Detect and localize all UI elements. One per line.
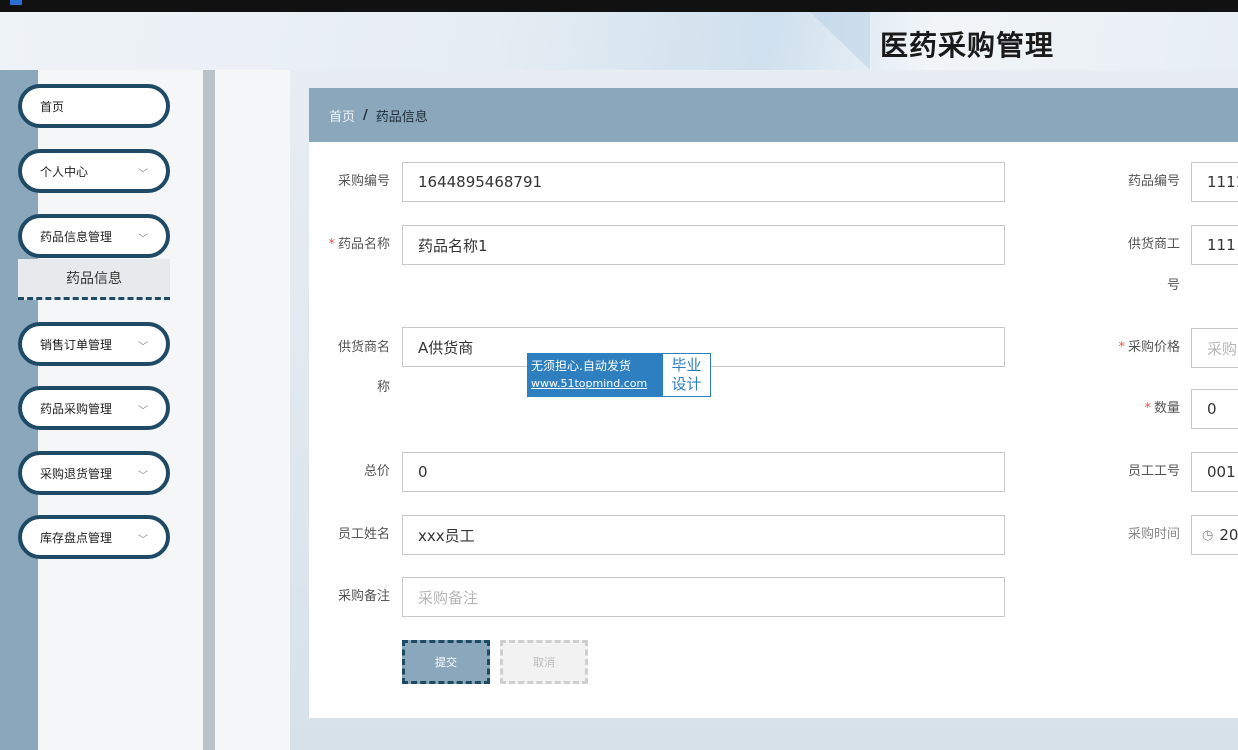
purchase-no-label: 采购编号 bbox=[337, 174, 390, 189]
app-icon bbox=[10, 0, 22, 5]
breadcrumb-current: 药品信息 bbox=[375, 109, 428, 125]
quantity-field[interactable]: 0 bbox=[1191, 389, 1238, 429]
drug-no-label: 药品编号 bbox=[1127, 174, 1180, 189]
clock-icon: ◷ bbox=[1202, 527, 1214, 543]
sidebar-item-label: 药品信息管理 bbox=[40, 229, 113, 244]
drug-name-field[interactable]: 药品名称1 bbox=[402, 225, 1005, 265]
staff-no-label: 员工工号 bbox=[1127, 464, 1180, 479]
watermark-tag-line1: 毕业 bbox=[671, 356, 702, 374]
sidebar-item-drug-purchase-management[interactable]: 药品采购管理 ﹀ bbox=[18, 386, 170, 430]
sidebar-item-sales-order-management[interactable]: 销售订单管理 ﹀ bbox=[18, 322, 170, 366]
breadcrumb-home[interactable]: 首页 bbox=[329, 106, 355, 125]
watermark-tag: 毕业 设计 bbox=[662, 353, 711, 397]
sidebar-item-label: 销售订单管理 bbox=[40, 337, 113, 352]
app-header: 医药采购管理 bbox=[0, 12, 1238, 70]
quantity-label: * 数量 bbox=[1100, 399, 1180, 419]
sidebar-item-label: 个人中心 bbox=[40, 164, 89, 179]
watermark-line1: 无须担心.自动发货 bbox=[531, 359, 631, 373]
staff-no-field[interactable]: 001 bbox=[1191, 452, 1238, 492]
watermark-tag-line2: 设计 bbox=[671, 375, 702, 393]
price-field[interactable]: 采购 bbox=[1191, 328, 1238, 368]
supplier-no-field[interactable]: 111 bbox=[1191, 225, 1238, 265]
supplier-no-label: 供货商工 bbox=[1127, 237, 1180, 252]
content-gutter bbox=[215, 70, 290, 750]
required-marker: * bbox=[1118, 340, 1125, 355]
chevron-down-icon: ﹀ bbox=[138, 406, 148, 417]
submenu-item-drug-info[interactable]: 药品信息 bbox=[18, 259, 170, 300]
staff-name-label: 员工姓名 bbox=[337, 527, 390, 542]
chevron-down-icon: ﹀ bbox=[138, 169, 148, 180]
submit-button[interactable]: 提交 bbox=[402, 640, 490, 684]
breadcrumb: 首页 / 药品信息 bbox=[309, 88, 1238, 142]
chevron-down-icon: ﹀ bbox=[138, 471, 148, 482]
sidebar-item-purchase-return-management[interactable]: 采购退货管理 ﹀ bbox=[18, 451, 170, 495]
header-decoration bbox=[810, 12, 870, 70]
chevron-down-icon: ﹀ bbox=[138, 234, 148, 245]
watermark-url: www.51topmind.com bbox=[531, 377, 648, 390]
supplier-name-label-cont: 称 bbox=[376, 380, 390, 395]
sidebar-item-home[interactable]: 首页 bbox=[18, 84, 170, 128]
window-titlebar bbox=[0, 0, 1238, 12]
sidebar-item-inventory-management[interactable]: 库存盘点管理 ﹀ bbox=[18, 515, 170, 559]
cancel-button[interactable]: 取消 bbox=[500, 640, 588, 684]
drug-no-field[interactable]: 1111 bbox=[1191, 162, 1238, 202]
chevron-down-icon: ﹀ bbox=[138, 535, 148, 546]
price-label-text: 采购价格 bbox=[1127, 340, 1180, 355]
time-picker[interactable]: ◷ 20 bbox=[1191, 515, 1238, 555]
sidebar-item-label: 库存盘点管理 bbox=[40, 530, 113, 545]
sidebar-item-personal-center[interactable]: 个人中心 ﹀ bbox=[18, 149, 170, 193]
supplier-no-label-cont: 号 bbox=[1166, 278, 1180, 293]
price-label: * 采购价格 bbox=[1100, 338, 1180, 358]
sidebar-item-drug-info-management[interactable]: 药品信息管理 ﹀ bbox=[18, 214, 170, 258]
drug-name-label-text: 药品名称 bbox=[337, 237, 390, 252]
chevron-down-icon: ﹀ bbox=[138, 342, 148, 353]
sidebar-divider bbox=[203, 70, 215, 750]
drug-name-label: * 药品名称 bbox=[315, 235, 390, 255]
remark-label: 采购备注 bbox=[337, 589, 390, 604]
app-title: 医药采购管理 bbox=[880, 29, 1055, 62]
supplier-name-label: 供货商名 bbox=[337, 340, 390, 355]
purchase-no-field[interactable]: 1644895468791 bbox=[402, 162, 1005, 202]
watermark-text: 无须担心.自动发货 www.51topmind.com bbox=[527, 353, 662, 397]
time-label: 采购时间 bbox=[1127, 527, 1180, 542]
breadcrumb-separator: / bbox=[363, 107, 368, 123]
required-marker: * bbox=[328, 237, 335, 252]
sidebar-item-label: 药品采购管理 bbox=[40, 401, 113, 416]
total-label: 总价 bbox=[363, 464, 390, 479]
sidebar-item-label: 首页 bbox=[40, 99, 65, 114]
remark-field[interactable]: 采购备注 bbox=[402, 577, 1005, 617]
sidebar-item-label: 采购退货管理 bbox=[40, 466, 113, 481]
watermark-badge: 无须担心.自动发货 www.51topmind.com 毕业 设计 bbox=[527, 353, 711, 397]
time-value: 20 bbox=[1219, 526, 1238, 544]
staff-name-field[interactable]: xxx员工 bbox=[402, 515, 1005, 555]
required-marker: * bbox=[1144, 401, 1151, 416]
quantity-label-text: 数量 bbox=[1153, 401, 1180, 416]
total-field[interactable]: 0 bbox=[402, 452, 1005, 492]
